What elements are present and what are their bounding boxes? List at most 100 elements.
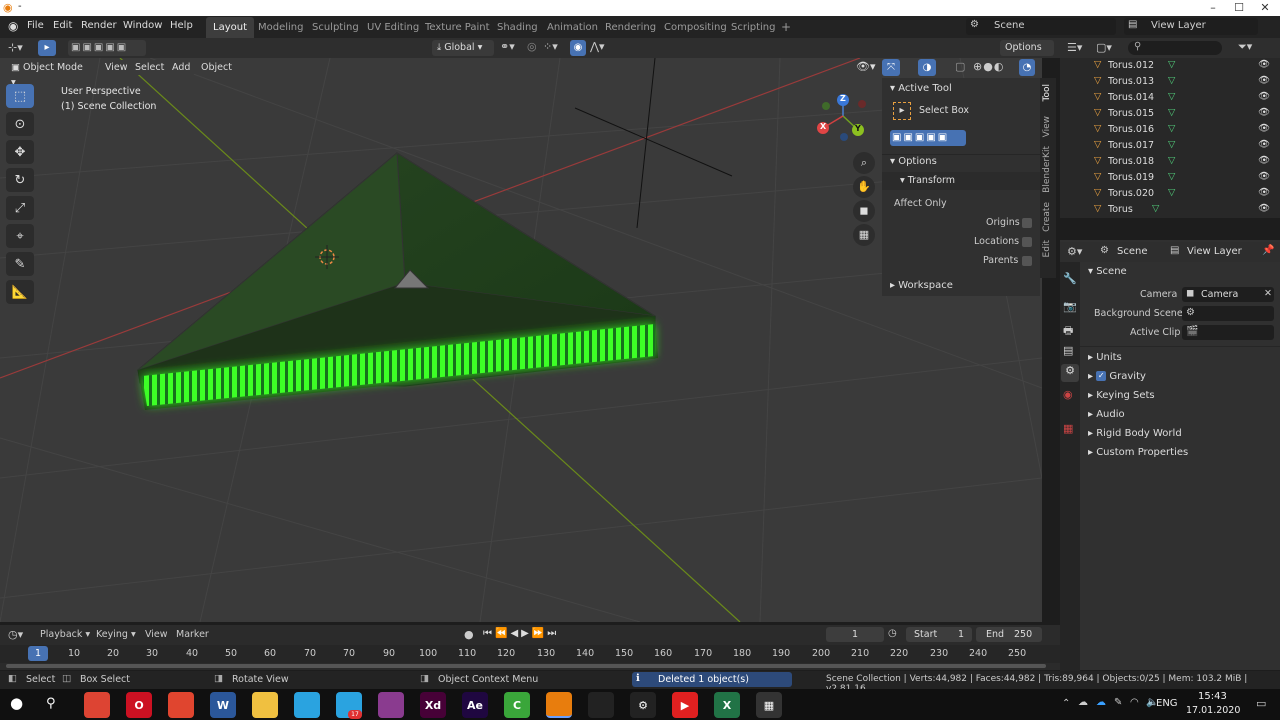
torus-object[interactable] — [137, 151, 658, 410]
calculator-icon[interactable]: ▦ — [756, 692, 782, 718]
cloud-icon[interactable]: ☁ — [1096, 697, 1106, 708]
menu-window[interactable]: Window — [123, 20, 162, 31]
scene-props-icon[interactable]: ⚙ — [1061, 364, 1079, 382]
menu-file[interactable]: File — [27, 20, 44, 31]
transform-tool-icon[interactable]: ⌖ — [6, 224, 34, 248]
menu-edit[interactable]: Edit — [53, 20, 72, 31]
tab-uv-editing[interactable]: UV Editing — [360, 17, 426, 38]
editor-type-icon[interactable]: ⊹▾ — [8, 41, 23, 54]
apple-icon[interactable]: ● — [10, 694, 23, 712]
filter-icon[interactable]: ⏷▾ — [1238, 40, 1252, 54]
tab-tool[interactable]: Tool — [1042, 84, 1052, 101]
outliner-row[interactable]: ▽ Torus.019 ▽ 👁 — [1060, 170, 1280, 186]
camera-view-icon[interactable]: ◼ — [853, 200, 875, 222]
outliner-row[interactable]: ▽ Torus ▽ 👁 — [1060, 202, 1280, 218]
overlay-toggle-icon[interactable]: ◑ — [918, 59, 936, 76]
close-button[interactable]: ✕ — [1252, 0, 1278, 16]
render-icon[interactable]: 📷 — [1063, 300, 1077, 313]
tab-edit[interactable]: Edit — [1042, 240, 1052, 257]
clear-icon[interactable]: ✕ — [1264, 288, 1272, 299]
timeline-scrollbar[interactable] — [6, 664, 1046, 668]
eye-icon[interactable]: 👁 — [1258, 75, 1270, 86]
marker-menu[interactable]: Marker — [176, 629, 209, 640]
explorer-icon[interactable] — [252, 692, 278, 718]
viewport-menu-object[interactable]: Object — [196, 60, 237, 75]
mode-dropdown[interactable]: ▣ Object Mode ▾ — [6, 60, 94, 88]
outliner-row[interactable]: ▽ Torus.012 ▽ 👁 — [1060, 58, 1280, 74]
falloff-icon[interactable]: ⋀▾ — [590, 40, 605, 53]
onedrive-icon[interactable]: ☁ — [1078, 697, 1088, 708]
menu-help[interactable]: Help — [170, 20, 193, 31]
proportional-edit-icon[interactable]: ◉ — [570, 40, 586, 56]
eye-icon[interactable]: 👁 — [1258, 171, 1270, 182]
scene-tab[interactable]: Scene — [1117, 246, 1148, 257]
rotate-tool-icon[interactable]: ↻ — [6, 168, 34, 192]
start-frame-field[interactable]: Start 1 — [906, 627, 972, 642]
aftereffects-icon[interactable]: Ae — [462, 692, 488, 718]
viewport-menu-select[interactable]: Select — [130, 60, 170, 75]
outliner-row[interactable]: ▽ Torus.014 ▽ 👁 — [1060, 90, 1280, 106]
record-icon[interactable]: ● — [464, 628, 474, 641]
origins-checkbox[interactable] — [1022, 218, 1032, 228]
xray-icon[interactable]: ▢ — [955, 60, 965, 73]
audio-panel[interactable]: ▸ Audio — [1088, 409, 1125, 420]
active-clip-field[interactable]: 🎬 — [1182, 325, 1274, 340]
chevron-up-icon[interactable]: ⌃ — [1062, 698, 1070, 709]
tab-animation[interactable]: Animation — [540, 17, 605, 38]
camera-field[interactable]: ◼ Camera ✕ — [1182, 287, 1274, 302]
select-box-icon[interactable]: ⬚ — [6, 84, 34, 108]
scene-section-header[interactable]: ▾ Scene — [1088, 266, 1127, 277]
tab-shading[interactable]: Shading — [490, 17, 545, 38]
eye-icon[interactable]: 👁 — [1258, 123, 1270, 134]
snap-icon[interactable]: ◎ — [527, 40, 537, 53]
measure-tool-icon[interactable]: 📐 — [6, 280, 34, 304]
blender-icon[interactable] — [546, 692, 572, 718]
eye-icon[interactable]: 👁 — [1258, 155, 1270, 166]
pin-icon[interactable]: 📌 — [1262, 245, 1274, 256]
rendered-shading-icon[interactable]: ◔ — [1019, 59, 1035, 76]
eye-icon[interactable]: 👁 — [1258, 107, 1270, 118]
end-frame-field[interactable]: End 250 — [976, 627, 1042, 642]
tab-create[interactable]: Create — [1042, 202, 1052, 232]
playback-menu[interactable]: Playback ▾ — [40, 629, 90, 640]
outliner-row[interactable]: ▽ Torus.015 ▽ 👁 — [1060, 106, 1280, 122]
view-layer-selector[interactable]: ▤ View Layer — [1124, 18, 1258, 35]
texture-icon[interactable]: ▦ — [1063, 422, 1073, 435]
select-mode-buttons[interactable]: ▣▣▣▣▣ — [68, 40, 146, 56]
tab-blenderkit[interactable]: BlenderKit — [1042, 146, 1052, 193]
clock-date[interactable]: 17.01.2020 — [1186, 705, 1240, 716]
parents-checkbox[interactable] — [1022, 256, 1032, 266]
zoom-icon[interactable]: ⌕ — [853, 152, 875, 174]
orientation-dropdown[interactable]: ⤓ Global ▾ — [432, 40, 494, 56]
rigid-body-world-panel[interactable]: ▸ Rigid Body World — [1088, 428, 1182, 439]
cursor-tool-icon[interactable]: ⊙ — [6, 112, 34, 136]
active-tool-header[interactable]: ▾ Active Tool — [890, 83, 952, 94]
world-icon[interactable]: ◉ — [1063, 388, 1073, 401]
visibility-icon[interactable]: 👁▾ — [856, 60, 876, 73]
outliner-row[interactable]: ▽ Torus.013 ▽ 👁 — [1060, 74, 1280, 90]
background-scene-field[interactable]: ⚙ — [1182, 306, 1274, 321]
minimize-button[interactable]: – — [1200, 0, 1226, 16]
timeline-view-menu[interactable]: View — [145, 629, 168, 640]
playhead[interactable]: 1 — [28, 646, 48, 661]
eye-icon[interactable]: 👁 — [1258, 203, 1270, 214]
outliner-editor-icon[interactable]: ☰▾ — [1067, 41, 1082, 54]
custom-properties-panel[interactable]: ▸ Custom Properties — [1088, 447, 1188, 458]
outliner-search-input[interactable] — [1128, 41, 1222, 55]
menu-render[interactable]: Render — [81, 20, 117, 31]
pan-hand-icon[interactable]: ✋ — [853, 176, 875, 198]
keying-menu[interactable]: Keying ▾ — [96, 629, 136, 640]
tab-view[interactable]: View — [1042, 116, 1052, 137]
eye-icon[interactable]: 👁 — [1258, 139, 1270, 150]
camtasia-icon[interactable]: C — [504, 692, 530, 718]
scene-selector[interactable]: ⚙ Scene — [966, 18, 1116, 35]
gizmo-toggle-icon[interactable]: ⤧ — [882, 59, 900, 76]
ortho-grid-icon[interactable]: ▦ — [853, 224, 875, 246]
shading-mode-icons[interactable]: ⊕●◐ — [973, 60, 1004, 73]
annotate-tool-icon[interactable]: ✎ — [6, 252, 34, 276]
outliner-row[interactable]: ▽ Torus.017 ▽ 👁 — [1060, 138, 1280, 154]
output-icon[interactable]: 🖶 — [1063, 322, 1073, 341]
view-layer-tab[interactable]: View Layer — [1187, 246, 1242, 257]
empty-object[interactable] — [574, 58, 733, 229]
xd-icon[interactable]: Xd — [420, 692, 446, 718]
